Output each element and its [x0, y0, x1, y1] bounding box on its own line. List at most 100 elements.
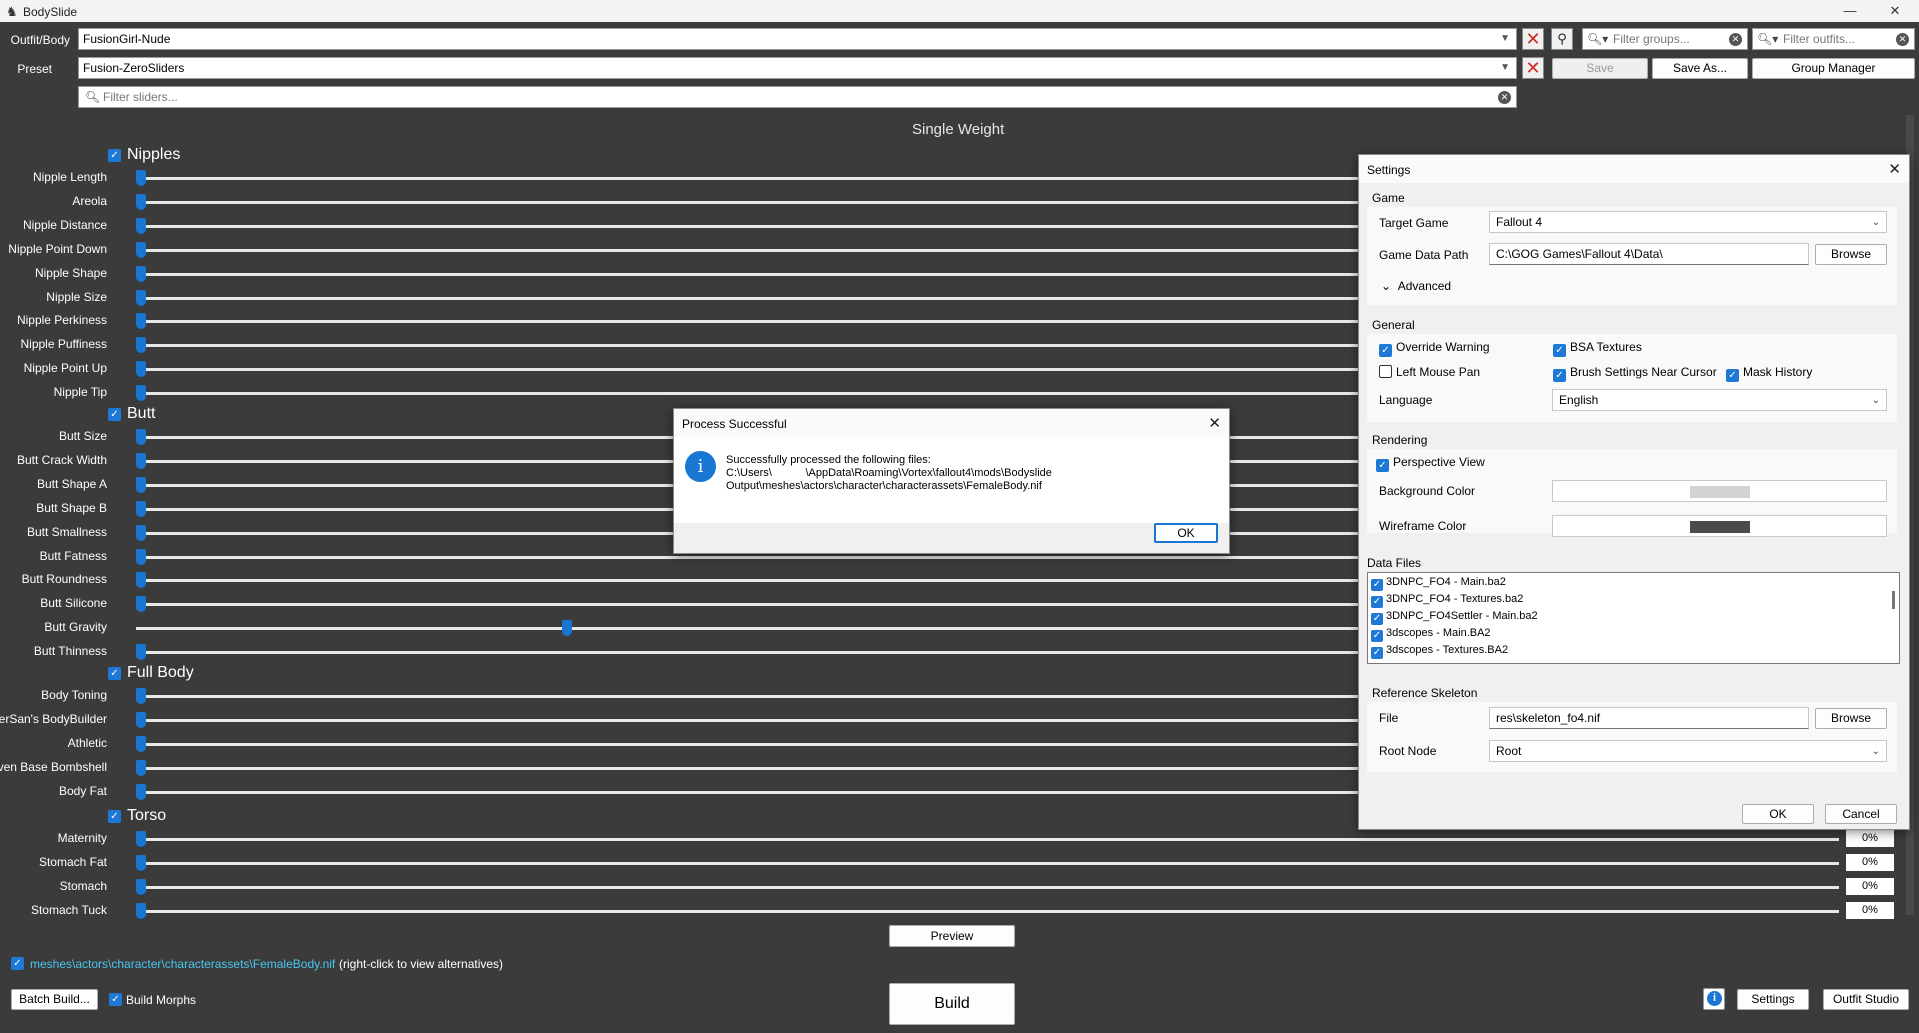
- clear-filter-icon[interactable]: ✕: [1729, 33, 1742, 46]
- slider-thumb[interactable]: [136, 241, 146, 258]
- group-checkbox[interactable]: ✓: [108, 408, 121, 421]
- data-file-item[interactable]: ✓ 3DNPC_FO4Settler - Main.ba2: [1371, 610, 1538, 625]
- clear-filter-icon[interactable]: ✕: [1498, 91, 1511, 104]
- skeleton-file-field[interactable]: res\skeleton_fo4.nif: [1489, 707, 1809, 729]
- slider-thumb[interactable]: [136, 711, 146, 728]
- slider-thumb[interactable]: [136, 831, 146, 847]
- background-color-picker[interactable]: [1552, 480, 1887, 502]
- outfit-body-combo[interactable]: FusionGirl-Nude ▼: [78, 28, 1517, 50]
- build-button[interactable]: Build: [889, 983, 1015, 1025]
- build-morphs-checkbox[interactable]: ✓: [109, 993, 122, 1006]
- browse-data-path-button[interactable]: Browse: [1815, 244, 1887, 265]
- slider-thumb[interactable]: [136, 644, 146, 661]
- brush-settings-checkbox[interactable]: ✓ Brush Settings Near Cursor: [1553, 365, 1717, 382]
- settings-cancel-button[interactable]: Cancel: [1825, 804, 1897, 824]
- filter-outfits-input[interactable]: 🔍︎▾ Filter outfits... ✕: [1752, 28, 1915, 50]
- checkmark-icon[interactable]: ✓: [1371, 630, 1383, 642]
- perspective-view-checkbox[interactable]: ✓ Perspective View: [1376, 455, 1485, 472]
- clear-filter-icon[interactable]: ✕: [1896, 33, 1909, 46]
- root-node-combo[interactable]: Root ⌄: [1489, 740, 1887, 762]
- wireframe-color-swatch: [1690, 521, 1750, 533]
- data-files-list[interactable]: ✓ 3DNPC_FO4 - Main.ba2 ✓ 3DNPC_FO4 - Textur…: [1367, 572, 1900, 664]
- data-file-item[interactable]: ✓ 3DNPC_FO4 - Main.ba2: [1371, 576, 1506, 591]
- left-mouse-pan-checkbox[interactable]: Left Mouse Pan: [1379, 365, 1480, 379]
- save-button[interactable]: Save: [1552, 58, 1648, 79]
- group-checkbox[interactable]: ✓: [108, 810, 121, 823]
- slider-value-box[interactable]: 0%: [1846, 901, 1894, 919]
- slider-value-box[interactable]: 0%: [1846, 830, 1894, 847]
- settings-button[interactable]: Settings: [1737, 989, 1809, 1010]
- bsa-textures-checkbox[interactable]: ✓ BSA Textures: [1553, 340, 1642, 357]
- data-files-scrollbar[interactable]: [1892, 591, 1895, 609]
- preset-combo[interactable]: Fusion-ZeroSliders ▼: [78, 57, 1517, 79]
- data-file-item[interactable]: ✓ 3DNPC_FO4 - Textures.ba2: [1371, 593, 1523, 608]
- slider-thumb[interactable]: [136, 170, 146, 186]
- slider-thumb[interactable]: [136, 854, 146, 871]
- wireframe-color-picker[interactable]: [1552, 515, 1887, 537]
- slider-thumb[interactable]: [136, 289, 146, 306]
- checkmark-icon[interactable]: ✓: [1371, 579, 1383, 591]
- slider-thumb[interactable]: [136, 385, 146, 402]
- slider-value-box[interactable]: 0%: [1846, 877, 1894, 895]
- slider-thumb[interactable]: [136, 572, 146, 589]
- data-file-item[interactable]: ✓ 3dscopes - Main.BA2: [1371, 627, 1491, 642]
- batch-build-button[interactable]: Batch Build...: [11, 989, 98, 1010]
- slider-thumb[interactable]: [136, 524, 146, 541]
- slider-thumb[interactable]: [136, 548, 146, 565]
- group-checkbox[interactable]: ✓: [108, 149, 121, 162]
- slider-thumb[interactable]: [136, 313, 146, 330]
- close-window-button[interactable]: ✕: [1872, 0, 1918, 22]
- browse-skeleton-button[interactable]: Browse: [1815, 708, 1887, 729]
- slider-track[interactable]: [136, 909, 1839, 913]
- slider-thumb[interactable]: [136, 265, 146, 282]
- slider-thumb[interactable]: [136, 452, 146, 469]
- save-as-button[interactable]: Save As...: [1652, 58, 1748, 79]
- settings-ok-button[interactable]: OK: [1742, 804, 1814, 824]
- filter-groups-input[interactable]: 🔍︎▾ Filter groups... ✕: [1582, 28, 1748, 50]
- slider-thumb[interactable]: [136, 688, 146, 704]
- slider-thumb[interactable]: [561, 620, 572, 637]
- outfit-studio-button[interactable]: Outfit Studio: [1823, 989, 1909, 1010]
- clear-outfit-button[interactable]: ✕: [1522, 28, 1544, 50]
- close-icon[interactable]: ✕: [1208, 414, 1221, 432]
- slider-thumb[interactable]: [136, 783, 146, 800]
- close-icon[interactable]: ✕: [1888, 160, 1901, 178]
- outfit-filter-toggle-button[interactable]: ⚲: [1551, 28, 1573, 50]
- output-checkbox[interactable]: ✓: [11, 957, 24, 970]
- target-game-combo[interactable]: Fallout 4 ⌄: [1489, 211, 1887, 233]
- slider-track[interactable]: [136, 838, 1839, 841]
- advanced-expander[interactable]: ⌄ Advanced: [1381, 279, 1451, 293]
- preview-button[interactable]: Preview: [889, 925, 1015, 947]
- restore-button[interactable]: [1825, 0, 1871, 22]
- about-button[interactable]: i: [1703, 988, 1725, 1010]
- slider-thumb[interactable]: [136, 902, 146, 919]
- mask-history-checkbox[interactable]: ✓ Mask History: [1726, 365, 1812, 382]
- data-file-item[interactable]: ✓ 3dscopes - Textures.BA2: [1371, 644, 1508, 659]
- slider-thumb[interactable]: [136, 759, 146, 776]
- slider-value-box[interactable]: 0%: [1846, 853, 1894, 871]
- slider-thumb[interactable]: [136, 361, 146, 378]
- clear-preset-button[interactable]: ✕: [1522, 57, 1544, 79]
- slider-thumb[interactable]: [136, 500, 146, 517]
- output-path-link[interactable]: meshes\actors\character\characterassets\…: [30, 957, 335, 971]
- checkmark-icon[interactable]: ✓: [1371, 596, 1383, 608]
- slider-thumb[interactable]: [136, 878, 146, 895]
- language-combo[interactable]: English ⌄: [1552, 389, 1887, 411]
- slider-thumb[interactable]: [136, 476, 146, 493]
- checkmark-icon[interactable]: ✓: [1371, 613, 1383, 625]
- slider-track[interactable]: [136, 861, 1839, 865]
- group-manager-button[interactable]: Group Manager: [1752, 58, 1915, 79]
- slider-thumb[interactable]: [136, 596, 146, 613]
- group-checkbox[interactable]: ✓: [108, 667, 121, 680]
- filter-sliders-input[interactable]: 🔍︎ Filter sliders... ✕: [78, 86, 1517, 108]
- slider-thumb[interactable]: [136, 337, 146, 354]
- slider-thumb[interactable]: [136, 429, 146, 445]
- process-ok-button[interactable]: OK: [1154, 523, 1218, 543]
- slider-thumb[interactable]: [136, 193, 146, 210]
- checkmark-icon[interactable]: ✓: [1371, 647, 1383, 659]
- override-warning-checkbox[interactable]: ✓ Override Warning: [1379, 340, 1490, 357]
- game-data-path-field[interactable]: C:\GOG Games\Fallout 4\Data\: [1489, 243, 1809, 265]
- slider-track[interactable]: [136, 885, 1839, 889]
- slider-thumb[interactable]: [136, 735, 146, 752]
- slider-thumb[interactable]: [136, 217, 146, 234]
